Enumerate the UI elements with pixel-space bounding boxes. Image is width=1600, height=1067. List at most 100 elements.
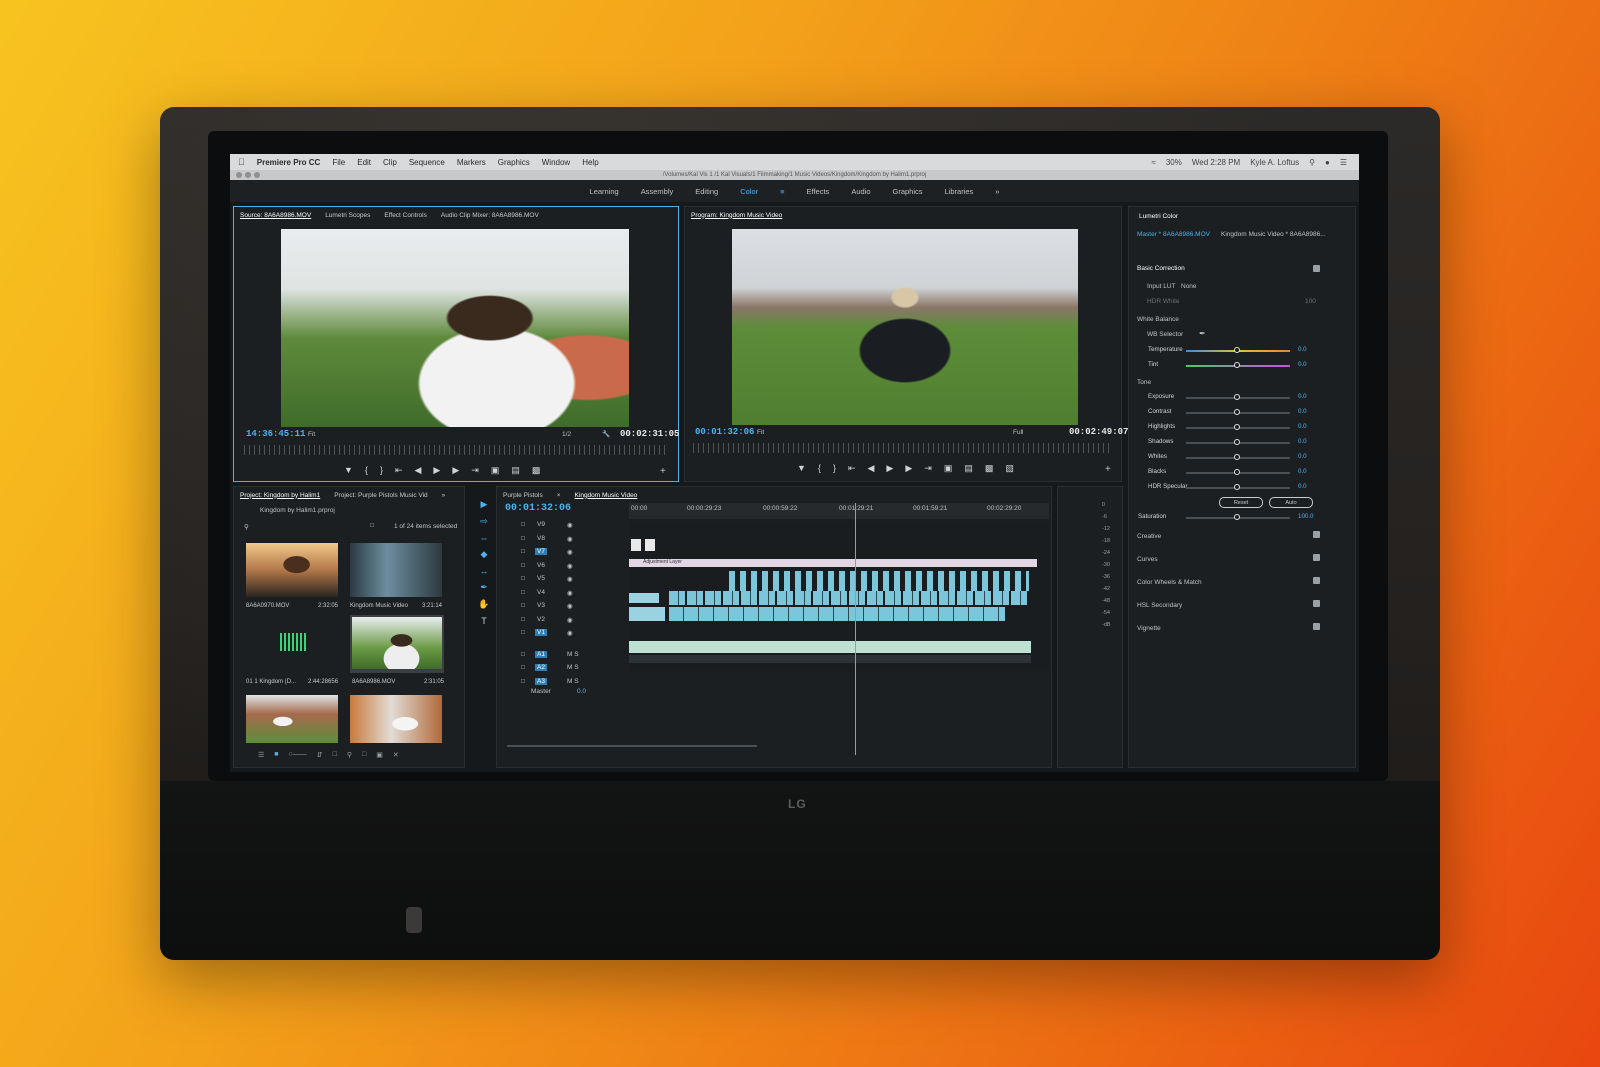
section-checkbox[interactable] [1313, 531, 1320, 538]
tone-contrast-value[interactable]: 0.0 [1298, 408, 1307, 415]
mark-in-icon[interactable]: { [365, 465, 368, 476]
folder-icon[interactable]: □ [362, 751, 366, 759]
timeline-timecode[interactable]: 00:01:32:06 [505, 503, 571, 514]
track-label-v2[interactable]: V2 [535, 616, 547, 623]
eye-icon[interactable]: ◉ [567, 548, 573, 556]
close-icon[interactable]: × [557, 492, 561, 499]
white-balance-header[interactable]: White Balance [1137, 316, 1179, 323]
user-name[interactable]: Kyle A. Loftus [1250, 158, 1299, 167]
razor-tool-icon[interactable]: ◆ [481, 549, 488, 560]
track-label-v5[interactable]: V5 [535, 575, 547, 582]
mark-out-icon[interactable]: } [833, 463, 836, 474]
step-forward-icon[interactable]: ▶ [905, 463, 912, 474]
clip[interactable] [729, 571, 1029, 591]
program-timecode[interactable]: 00:01:32:06 [695, 427, 754, 437]
workspace-learning[interactable]: Learning [590, 187, 619, 196]
wb-temperature-value[interactable]: 0.0 [1298, 346, 1307, 353]
saturation-knob[interactable] [1234, 514, 1240, 520]
menu-graphics[interactable]: Graphics [498, 158, 530, 167]
eye-icon[interactable]: ◉ [567, 629, 573, 637]
tone-highlights-knob[interactable] [1234, 424, 1240, 430]
workspace-audio[interactable]: Audio [851, 187, 870, 196]
track-label-v8[interactable]: V8 [535, 535, 547, 542]
new-item-icon[interactable]: ▣ [376, 751, 383, 759]
track-label-v6[interactable]: V6 [535, 562, 547, 569]
workspace-assembly[interactable]: Assembly [641, 187, 674, 196]
tone-hdr-specular-value[interactable]: 0.0 [1298, 483, 1307, 490]
eye-icon[interactable]: ◉ [567, 535, 573, 543]
tone-whites-slider[interactable]: Whites 0.0 [1130, 453, 1310, 465]
camera-icon[interactable]: ▩ [532, 465, 541, 476]
lock-icon[interactable]: □ [521, 616, 525, 623]
selection-tool-icon[interactable]: ▶ [481, 499, 488, 510]
tone-exposure-value[interactable]: 0.0 [1298, 393, 1307, 400]
sort-icon[interactable]: ⇵ [317, 751, 323, 759]
slip-tool-icon[interactable]: ↔ [480, 566, 489, 576]
tab-audio-clip-mixer[interactable]: Audio Clip Mixer: 8A6A8986.MOV [441, 212, 539, 219]
project-item[interactable] [246, 695, 338, 743]
tab-lumetri-scopes[interactable]: Lumetri Scopes [325, 212, 370, 219]
datetime[interactable]: Wed 2:28 PM [1192, 158, 1240, 167]
tone-contrast-knob[interactable] [1234, 409, 1240, 415]
workspace-menu-icon[interactable]: ≡ [780, 187, 784, 196]
lock-icon[interactable]: □ [521, 548, 525, 555]
search-icon[interactable]: ⚲ [1309, 158, 1315, 167]
section-checkbox[interactable] [1313, 554, 1320, 561]
menu-window[interactable]: Window [542, 158, 570, 167]
track-label-a2[interactable]: A2 [535, 664, 547, 671]
audio-clip[interactable] [629, 641, 1031, 653]
lock-icon[interactable]: □ [521, 664, 525, 671]
project-item[interactable] [350, 695, 442, 743]
clip[interactable] [629, 593, 659, 603]
lock-icon[interactable]: □ [521, 629, 525, 636]
project-item[interactable]: Kingdom Music Video 3:21:14 [350, 543, 442, 609]
eye-icon[interactable]: ◉ [567, 562, 573, 570]
workspace-editing[interactable]: Editing [695, 187, 718, 196]
lock-icon[interactable]: □ [521, 575, 525, 582]
apple-icon[interactable]:  [238, 157, 245, 167]
source-resolution[interactable]: 1/2 [562, 431, 571, 438]
clip[interactable] [629, 607, 665, 621]
eyedropper-icon[interactable]: ✒ [1199, 329, 1206, 338]
find-icon[interactable]: ⚲ [347, 751, 352, 759]
source-fit-select[interactable]: Fit [308, 431, 315, 438]
eye-icon[interactable]: ◉ [567, 575, 573, 583]
workspace-libraries[interactable]: Libraries [945, 187, 974, 196]
tone-whites-knob[interactable] [1234, 454, 1240, 460]
close-button[interactable] [236, 172, 242, 178]
program-resolution[interactable]: Full [1013, 429, 1023, 436]
eye-icon[interactable]: ◉ [567, 521, 573, 529]
source-time-ruler[interactable] [244, 445, 668, 455]
lock-icon[interactable]: □ [521, 602, 525, 609]
extract-icon[interactable]: ▤ [964, 463, 973, 474]
lock-icon[interactable]: □ [521, 678, 525, 685]
section-vignette[interactable]: Vignette [1137, 625, 1161, 632]
source-timecode[interactable]: 14:36:45:11 [246, 429, 305, 439]
step-back-icon[interactable]: ◀ [415, 465, 422, 476]
workspace-graphics[interactable]: Graphics [893, 187, 923, 196]
mute-icon[interactable]: M S [567, 651, 579, 658]
icon-view-icon[interactable]: ■ [274, 751, 278, 759]
section-checkbox[interactable] [1313, 577, 1320, 584]
overwrite-icon[interactable]: ▤ [511, 465, 520, 476]
overflow-icon[interactable]: » [995, 187, 999, 196]
wrench-icon[interactable]: 🔧 [602, 430, 610, 438]
play-icon[interactable]: ▶ [886, 463, 893, 474]
hand-tool-icon[interactable]: ✋ [478, 599, 489, 610]
menu-file[interactable]: File [332, 158, 345, 167]
tone-hdr-specular-knob[interactable] [1234, 484, 1240, 490]
lumetri-sequence-clip[interactable]: Kingdom Music Video * 8A6A8986... [1221, 231, 1326, 238]
new-bin-icon[interactable]: □ [333, 751, 337, 759]
clip[interactable] [669, 591, 1029, 605]
camera-icon[interactable]: ▩ [985, 463, 994, 474]
tab-source[interactable]: Source: 8A6A8986.MOV [240, 212, 311, 219]
wifi-icon[interactable]: ≈ [1151, 158, 1155, 167]
tone-shadows-knob[interactable] [1234, 439, 1240, 445]
tab-project-purple-pistols[interactable]: Project: Purple Pistols Music Vid [334, 492, 427, 499]
list-icon[interactable]: ☰ [1340, 158, 1347, 167]
trash-icon[interactable]: ✕ [393, 751, 399, 759]
track-label-a3[interactable]: A3 [535, 677, 547, 685]
section-creative[interactable]: Creative [1137, 533, 1161, 540]
tone-header[interactable]: Tone [1137, 379, 1151, 386]
track-label-v1[interactable]: V1 [535, 629, 547, 636]
